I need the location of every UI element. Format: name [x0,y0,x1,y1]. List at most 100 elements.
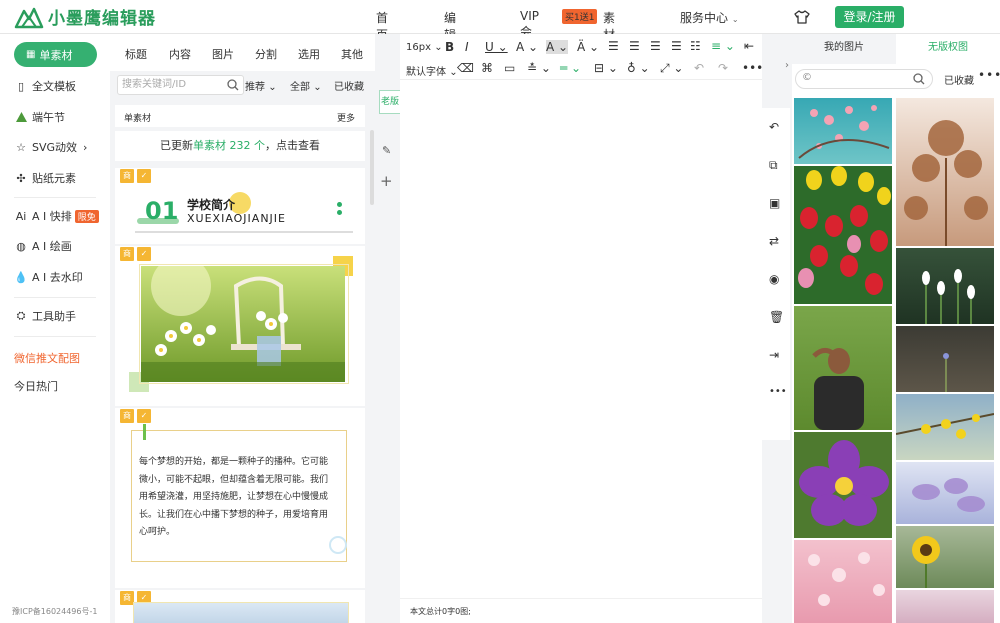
editor-canvas[interactable] [400,80,762,599]
tab-my-images[interactable]: 我的图片 [792,34,896,64]
bulb-icon[interactable]: ♁ ⌄ [627,61,650,75]
font-size-select[interactable]: 16px ⌄ [406,42,443,53]
image-thumb-pink-branch[interactable] [896,590,994,623]
more-icon[interactable]: ••• [742,61,763,75]
undo-icon[interactable]: ↶ [694,61,704,75]
material-search-input[interactable]: 搜索关键词/ID [117,75,244,95]
commercial-tag: 商 [120,247,134,261]
format-painter-icon[interactable]: ⌘ [481,61,493,75]
action-strip: ↶ ⧉ ▣ ⇄ ◉ 🗑 ⇥ ••• [762,108,790,440]
image-thumb-small-flower[interactable] [896,326,994,392]
copyright-icon: © [802,72,812,83]
section-header: 单素材 更多 [115,105,365,127]
image-thumb-sunflower[interactable] [896,526,994,588]
tab-selected[interactable]: 选用 [298,46,320,62]
resize-icon[interactable]: ⤢ ⌄ [660,61,683,76]
sidebar-item-stickers[interactable]: ✣ 贴纸元素 [14,170,76,186]
export-icon[interactable]: ⇥ [769,348,783,362]
favorites-link[interactable]: 已收藏 [334,78,364,93]
material-card[interactable]: 商 ✓ [115,246,365,406]
swap-icon[interactable]: ⇄ [769,234,783,248]
strike-icon[interactable]: ≛ ⌄ [527,61,551,75]
image-thumb-blossom-sky[interactable] [794,98,892,164]
line-height-icon[interactable]: ≡ ⌄ [711,39,735,53]
save-icon[interactable]: ▣ [769,196,783,210]
commercial-tag: 商 [120,591,134,605]
tab-image[interactable]: 图片 [212,46,234,62]
image-thumb-snowdrops[interactable] [896,248,994,324]
border-icon[interactable]: ⊟ ⌄ [594,61,618,75]
image-thumb-pink-blossom[interactable] [794,540,892,623]
image-favorites-link[interactable]: 已收藏 [944,72,974,87]
icp-record[interactable]: 豫ICP备16024496号-1 [12,606,97,617]
image-thumb-lilac-flowers[interactable] [896,462,994,524]
star-icon: ☆ [16,140,26,154]
material-card[interactable]: 商 ✓ 01 学校简介 XUEXIAOJIANJIE [115,168,365,244]
sidebar-item-dragon-boat[interactable]: 端午节 [14,109,65,125]
login-register-button[interactable]: 登录/注册 [835,6,904,28]
redo-icon[interactable]: ↷ [718,61,728,75]
align-left-icon[interactable]: ☰ [608,39,619,53]
tab-content[interactable]: 内容 [169,46,191,62]
image-search-input[interactable]: © [795,69,933,89]
copy-icon[interactable]: ⧉ [769,158,783,172]
eraser-icon[interactable]: ⌫ [457,61,474,75]
sidebar-item-hot-today[interactable]: 今日热门 [14,378,58,394]
material-tabs: 标题 内容 图片 分割 选用 其他 [110,34,375,71]
sort-value: 推荐 [245,82,265,93]
image-icon[interactable]: ▭ [504,61,515,75]
tab-title[interactable]: 标题 [125,46,147,62]
indent-icon[interactable]: ☷ [690,39,701,53]
font-color-icon[interactable]: A ⌄ [516,40,538,54]
sidebar-item-templates[interactable]: ▯ 全文模板 [14,78,76,94]
material-card[interactable]: 商 ✓ 每个梦想的开始，都是一颗种子的播种。它可能微小，可能不起眼，但却蕴含着无限… [115,408,365,588]
font-family-select[interactable]: 默认字体 ⌄ [406,63,458,78]
chevron-right-icon[interactable]: › [785,60,789,71]
justify-icon[interactable]: ☰ [671,39,682,53]
sidebar-item-ai-watermark[interactable]: 💧 A I 去水印 [14,269,83,285]
sidebar-item-wechat-images[interactable]: 微信推文配图 [14,350,80,366]
chevron-down-icon: ⌄ [731,15,739,24]
image-thumb-tulips[interactable] [794,166,892,304]
preview-eye-icon[interactable]: ◉ [769,272,783,286]
nav-service[interactable]: 服务中心 ⌄ [680,9,739,26]
image-thumb-dried-flowers[interactable] [896,98,994,246]
align-right-icon[interactable]: ☰ [650,39,661,53]
edit-icon[interactable]: ✎ [382,144,391,157]
update-notice[interactable]: 已更新单素材 232 个，点击查看 [115,131,365,161]
sidebar-item-ai-paint[interactable]: ◍ A I 绘画 [14,238,72,254]
more-icon[interactable]: ••• [978,68,1000,82]
material-scrollbar[interactable] [370,130,374,205]
align-center-icon[interactable]: ☰ [629,39,640,53]
material-card[interactable]: 商 ✓ [115,590,365,623]
sort-dropdown[interactable]: 推荐 ⌄ [245,78,277,93]
tab-other[interactable]: 其他 [341,46,363,62]
undo-icon[interactable]: ↶ [769,120,783,134]
old-version-tab[interactable]: 老版 [379,90,400,114]
tab-divider[interactable]: 分割 [255,46,277,62]
bold-icon[interactable]: B [445,40,454,54]
exit-icon[interactable]: ⇤ [744,39,754,53]
more-link[interactable]: 更多 [337,111,355,124]
image-thumb-man-grass[interactable] [794,306,892,430]
tshirt-icon[interactable] [794,10,810,24]
underline-icon[interactable]: U ⌄ [485,40,508,54]
image-thumb-purple-primrose[interactable] [794,432,892,538]
tab-free-images[interactable]: 无版权图 [896,34,1000,64]
sidebar-item-single-material[interactable]: ▦ 单素材 [14,42,97,67]
text-effect-icon[interactable]: Ä ⌄ [577,40,599,54]
sidebar-item-tools[interactable]: ⛭ 工具助手 [14,308,76,324]
sidebar-item-svg[interactable]: ☆ SVG动效 › [14,139,87,155]
italic-icon[interactable]: I [465,40,469,54]
background-color-icon[interactable]: A ⌄ [546,40,569,54]
trash-icon[interactable]: 🗑 [769,310,784,324]
divider-line-icon[interactable]: ═ ⌄ [560,61,581,75]
search-icon[interactable] [227,79,239,91]
search-icon[interactable] [913,73,925,85]
image-thumb-yellow-blossoms[interactable] [896,394,994,460]
plus-icon[interactable]: + [380,172,393,190]
filter-dropdown[interactable]: 全部 ⌄ [290,78,322,93]
more-icon[interactable]: ••• [769,386,787,400]
logo[interactable]: 小墨鹰编辑器 [14,4,156,29]
sidebar-item-ai-layout[interactable]: Ai A I 快排 限免 [14,208,99,224]
